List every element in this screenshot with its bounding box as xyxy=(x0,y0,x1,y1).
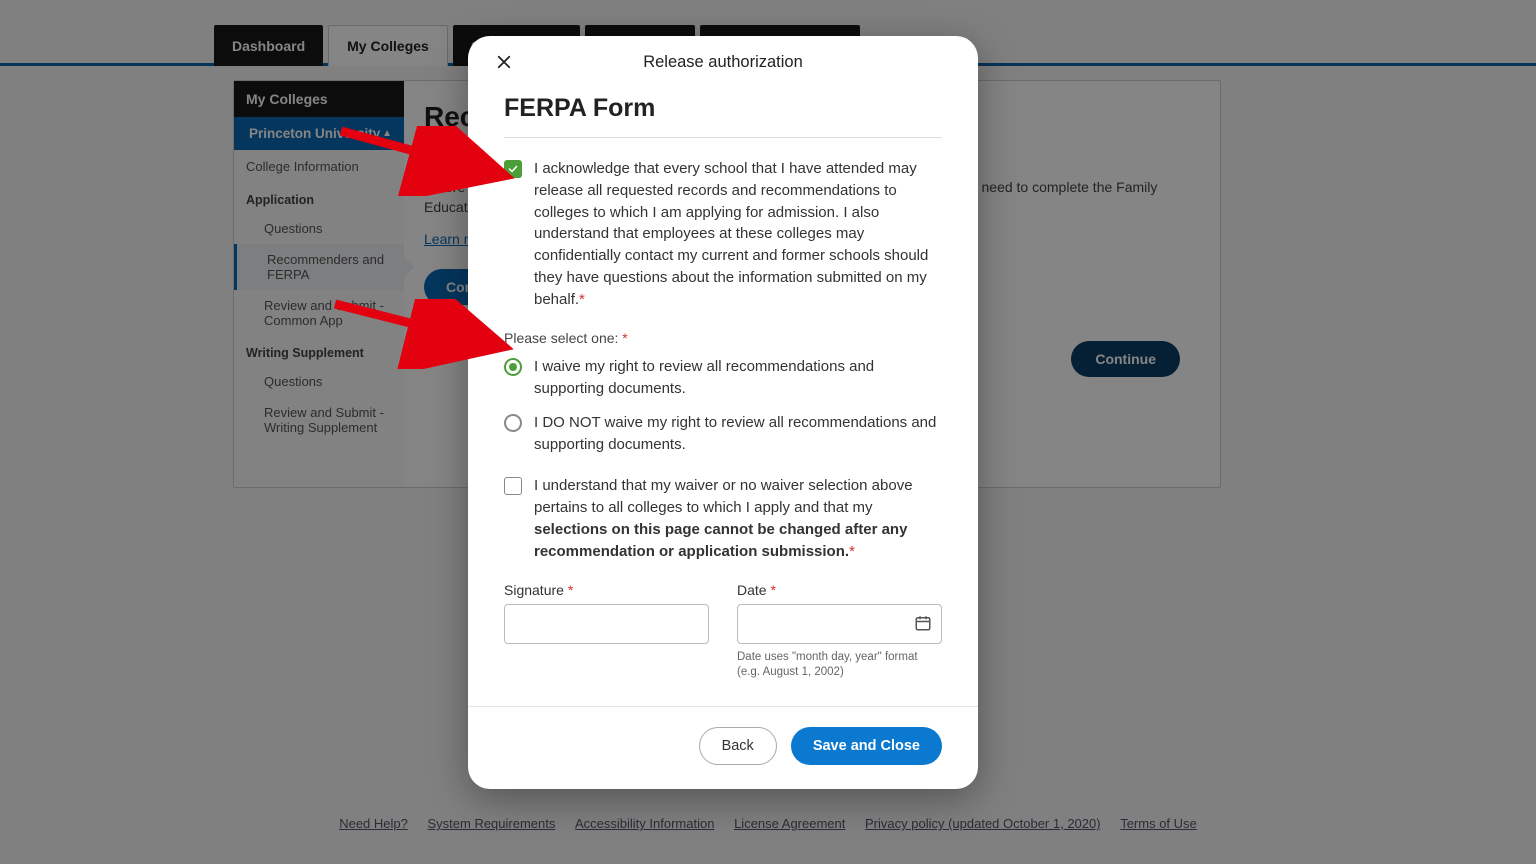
waive-text: I waive my right to review all recommend… xyxy=(534,356,942,400)
select-one-text: Please select one: xyxy=(504,330,618,346)
not-waive-text: I DO NOT waive my right to review all re… xyxy=(534,412,942,456)
date-field: Date * Date uses "month day, year" forma… xyxy=(737,582,942,680)
acknowledge-text-content: I acknowledge that every school that I h… xyxy=(534,160,928,308)
close-button[interactable] xyxy=(488,46,520,78)
waive-option-row: I waive my right to review all recommend… xyxy=(504,356,942,400)
date-input[interactable] xyxy=(737,604,942,644)
signature-date-row: Signature * Date * Date uses "month day,… xyxy=(504,582,942,680)
acknowledge-row: I acknowledge that every school that I h… xyxy=(504,158,942,310)
not-waive-option-row: I DO NOT waive my right to review all re… xyxy=(504,412,942,456)
date-label-text: Date xyxy=(737,582,767,598)
modal-footer: Back Save and Close xyxy=(468,706,978,789)
understand-checkbox[interactable] xyxy=(504,477,522,495)
required-asterisk: * xyxy=(770,582,775,598)
ferpa-form-heading: FERPA Form xyxy=(504,94,942,138)
required-asterisk: * xyxy=(622,330,627,346)
date-label: Date * xyxy=(737,582,942,598)
save-and-close-button[interactable]: Save and Close xyxy=(791,727,942,765)
signature-label: Signature * xyxy=(504,582,709,598)
acknowledge-text: I acknowledge that every school that I h… xyxy=(534,158,942,310)
understand-text-pre: I understand that my waiver or no waiver… xyxy=(534,477,913,516)
understand-text: I understand that my waiver or no waiver… xyxy=(534,475,942,562)
date-hint: Date uses "month day, year" format (e.g.… xyxy=(737,650,942,680)
signature-label-text: Signature xyxy=(504,582,564,598)
required-asterisk: * xyxy=(568,582,573,598)
acknowledge-checkbox[interactable] xyxy=(504,160,522,178)
close-icon xyxy=(495,53,513,71)
modal-header: Release authorization xyxy=(468,36,978,88)
calendar-icon[interactable] xyxy=(914,614,932,632)
check-icon xyxy=(507,163,519,175)
release-authorization-modal: Release authorization FERPA Form I ackno… xyxy=(468,36,978,789)
signature-field: Signature * xyxy=(504,582,709,680)
back-button[interactable]: Back xyxy=(699,727,777,765)
modal-title: Release authorization xyxy=(643,53,803,72)
select-one-prompt: Please select one: * xyxy=(504,330,942,346)
waive-radio[interactable] xyxy=(504,358,522,376)
understand-row: I understand that my waiver or no waiver… xyxy=(504,475,942,562)
required-asterisk: * xyxy=(579,291,585,308)
required-asterisk: * xyxy=(849,543,855,560)
modal-body: FERPA Form I acknowledge that every scho… xyxy=(468,88,978,706)
not-waive-radio[interactable] xyxy=(504,414,522,432)
signature-input[interactable] xyxy=(504,604,709,644)
